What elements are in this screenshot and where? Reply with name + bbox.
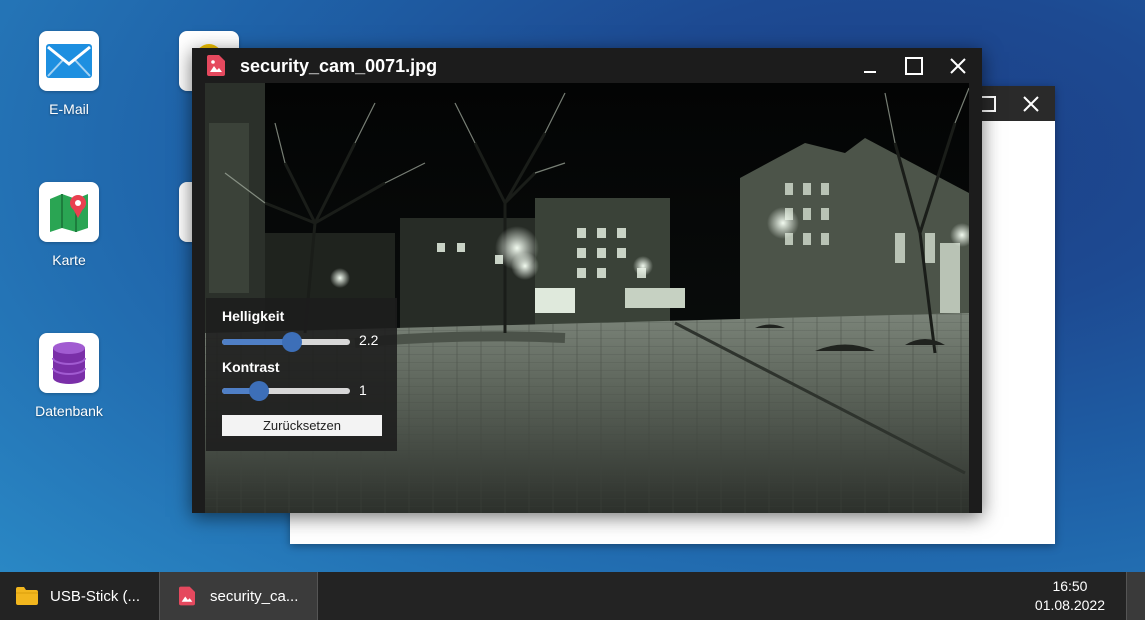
map-icon	[39, 182, 99, 242]
database-icon	[39, 333, 99, 393]
close-button[interactable]	[1019, 92, 1043, 116]
brightness-label: Helligkeit	[222, 308, 285, 324]
desktop-icon-map[interactable]: Karte	[14, 182, 124, 268]
window-title: security_cam_0071.jpg	[240, 56, 438, 76]
close-icon	[950, 58, 966, 74]
image-file-icon	[207, 55, 225, 76]
desktop-icon-label: E-Mail	[49, 101, 89, 117]
close-icon	[1023, 96, 1039, 112]
desktop-icon-database[interactable]: Datenbank	[14, 333, 124, 419]
taskbar-item-label: USB-Stick (...	[50, 587, 141, 605]
viewer-titlebar[interactable]: security_cam_0071.jpg	[192, 48, 982, 83]
contrast-value: 1	[359, 382, 367, 398]
brightness-value: 2.2	[359, 332, 379, 348]
show-desktop-button[interactable]	[1126, 572, 1145, 620]
taskbar-item-usb-stick[interactable]: USB-Stick (...	[0, 572, 158, 620]
adjustment-panel: Helligkeit 2.2 Kontrast 1 Zurücksetzen	[206, 298, 397, 451]
taskbar-item-label: security_ca...	[210, 587, 299, 605]
desktop-icon-label: Datenbank	[35, 403, 103, 419]
maximize-icon	[905, 57, 923, 75]
brightness-slider[interactable]	[222, 332, 350, 352]
close-button[interactable]	[945, 53, 971, 79]
contrast-slider[interactable]	[222, 381, 350, 401]
mail-icon	[39, 31, 99, 91]
taskbar: USB-Stick (... security_ca... 16:50 01.0…	[0, 572, 1145, 620]
brightness-slider-thumb[interactable]	[282, 332, 303, 352]
desktop-icon-email[interactable]: E-Mail	[14, 31, 124, 117]
maximize-button[interactable]	[901, 53, 927, 79]
minimize-icon	[864, 71, 876, 73]
minimize-button[interactable]	[857, 53, 883, 79]
reset-button[interactable]: Zurücksetzen	[222, 415, 382, 436]
clock-time: 16:50	[1052, 578, 1088, 594]
image-file-icon	[179, 586, 195, 606]
taskbar-item-security-cam[interactable]: security_ca...	[159, 572, 318, 620]
folder-icon	[16, 587, 38, 605]
clock-date: 01.08.2022	[1034, 597, 1105, 613]
contrast-slider-thumb[interactable]	[249, 381, 270, 401]
system-clock[interactable]: 16:50 01.08.2022	[1035, 577, 1105, 615]
contrast-label: Kontrast	[222, 359, 280, 375]
desktop-icon-label: Karte	[52, 252, 86, 268]
